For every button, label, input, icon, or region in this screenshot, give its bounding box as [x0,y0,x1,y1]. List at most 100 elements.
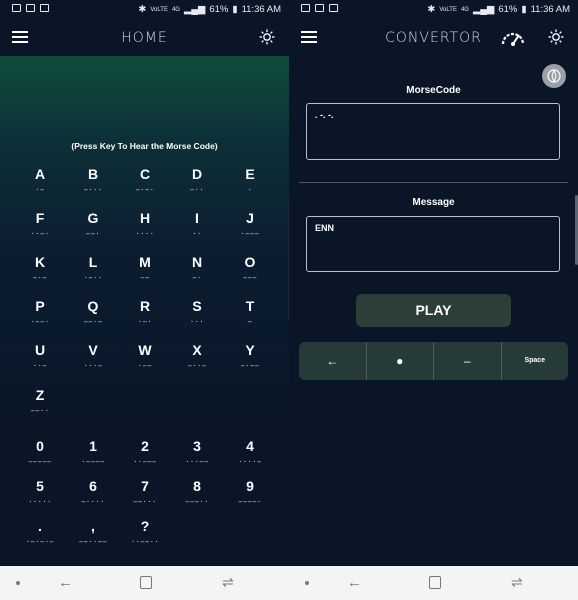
dash-key[interactable]: – [434,342,502,380]
status-right: ✱ VoLTE 4G ▂▄▆ 61% ▮ 11:36 AM [138,4,281,15]
morse-key-2[interactable]: 2 ··−−− [125,438,165,474]
key-morse-code: ·−− [137,362,153,370]
morse-key-u[interactable]: U ··− [20,342,60,378]
key-morse-code: −−··−− [78,538,108,546]
key-character: B [87,166,99,182]
morse-key-i[interactable]: I ·· [177,210,217,246]
morse-key-comma[interactable]: , −−··−− [73,518,113,554]
back-icon[interactable]: ← [347,574,362,591]
home-icon[interactable] [429,576,441,589]
morse-key-w[interactable]: W ·−− [125,342,165,378]
mail-icon [329,4,338,12]
morse-key-v[interactable]: V ···− [73,342,113,378]
morse-key-b[interactable]: B −··· [73,166,113,202]
morse-key-9[interactable]: 9 −−−−· [230,478,270,514]
morse-key-6[interactable]: 6 −···· [73,478,113,514]
mail-icon [40,4,49,12]
convertor-screen: ✱ VoLTE 4G ▂▄▆ 61% ▮ 11:36 AM CONVERTOR … [289,0,578,600]
key-morse-code: −−·· [30,407,50,415]
morse-key-e[interactable]: E · [230,166,270,202]
key-character: 1 [89,438,97,454]
key-character: D [191,166,203,182]
morse-key-8[interactable]: 8 −−−·· [177,478,217,514]
sun-icon[interactable] [548,29,564,45]
network-label: 4G [171,6,180,13]
key-character: U [34,342,46,358]
hint-text: (Press Key To Hear the Morse Code) [71,141,218,151]
bluetooth-icon: ✱ [427,4,436,15]
morse-key-h[interactable]: H ···· [125,210,165,246]
hamburger-icon[interactable] [12,31,28,43]
morse-key-m[interactable]: M −− [125,254,165,290]
morse-key-z[interactable]: Z −−·· [20,387,60,423]
morse-code-field[interactable]: . -. -. [306,103,560,160]
key-character: Z [35,387,45,403]
morse-key-o[interactable]: O −−− [230,254,270,290]
morse-key-l[interactable]: L ·−·· [73,254,113,290]
network-label: 4G [460,6,469,13]
key-character: Y [245,342,255,358]
morse-key-r[interactable]: R ·−· [125,298,165,334]
morse-key-p[interactable]: P ·−−· [20,298,60,334]
key-character: I [195,210,199,226]
nav-dot-icon[interactable] [305,581,309,585]
morse-key-k[interactable]: K −·− [20,254,60,290]
morse-key-q[interactable]: Q −−·− [73,298,113,334]
morse-key-x[interactable]: X −··− [177,342,217,378]
gallery-icon [12,4,21,12]
morse-key-c[interactable]: C −·−· [125,166,165,202]
key-morse-code: ····· [28,498,52,506]
morse-key-7[interactable]: 7 −−··· [125,478,165,514]
key-morse-code: − [247,318,253,326]
space-key[interactable]: Space [502,342,569,380]
app-bar: CONVERTOR [289,20,578,56]
morse-key-question[interactable]: ? ··−−·· [125,518,165,554]
backspace-key[interactable]: ← [299,342,367,380]
key-morse-code: ···− [83,362,103,370]
sun-icon[interactable] [259,29,275,45]
section-divider [299,182,568,183]
morse-key-s[interactable]: S ··· [177,298,217,334]
notification-icons [301,4,338,12]
play-button[interactable]: PLAY [356,294,511,327]
recent-apps-icon[interactable]: ⇌ [511,574,523,591]
morse-keyboard: ← ● – Space [299,342,568,380]
morse-key-a[interactable]: A ·− [20,166,60,202]
morse-key-y[interactable]: Y −·−− [230,342,270,378]
morse-key-5[interactable]: 5 ····· [20,478,60,514]
key-morse-code: ···−− [185,458,209,466]
key-character: ? [140,518,150,534]
hamburger-icon[interactable] [301,31,317,43]
morse-key-1[interactable]: 1 ·−−−− [73,438,113,474]
recent-apps-icon[interactable]: ⇌ [222,574,234,591]
morse-key-g[interactable]: G −−· [73,210,113,246]
key-morse-code: −·−· [135,186,155,194]
key-morse-code: −··· [83,186,103,194]
speedometer-icon[interactable] [500,27,526,47]
morse-key-f[interactable]: F ··−· [20,210,60,246]
key-morse-code: −−· [85,230,101,238]
back-icon[interactable]: ← [58,574,73,591]
message-field[interactable]: ENN [306,216,560,272]
key-morse-code: ·−·−·− [25,538,55,546]
dot-key[interactable]: ● [367,342,434,380]
morse-key-d[interactable]: D −·· [177,166,217,202]
morse-key-j[interactable]: J ·−−− [230,210,270,246]
key-character: 5 [36,478,44,494]
key-character: K [34,254,46,270]
key-morse-code: ·−·· [83,274,103,282]
morse-key-period[interactable]: . ·−·−·− [20,518,60,554]
key-morse-code: −−−−− [28,458,52,466]
key-morse-code: −··− [187,362,207,370]
key-morse-code: ·· [192,230,202,238]
morse-key-4[interactable]: 4 ····− [230,438,270,474]
morse-key-t[interactable]: T − [230,298,270,334]
nav-dot-icon[interactable] [16,581,20,585]
battery-icon: ▮ [521,4,527,15]
morse-key-0[interactable]: 0 −−−−− [20,438,60,474]
morse-key-n[interactable]: N −· [177,254,217,290]
key-morse-code: −−··· [133,498,157,506]
bluetooth-icon: ✱ [138,4,147,15]
home-icon[interactable] [140,576,152,589]
morse-key-3[interactable]: 3 ···−− [177,438,217,474]
